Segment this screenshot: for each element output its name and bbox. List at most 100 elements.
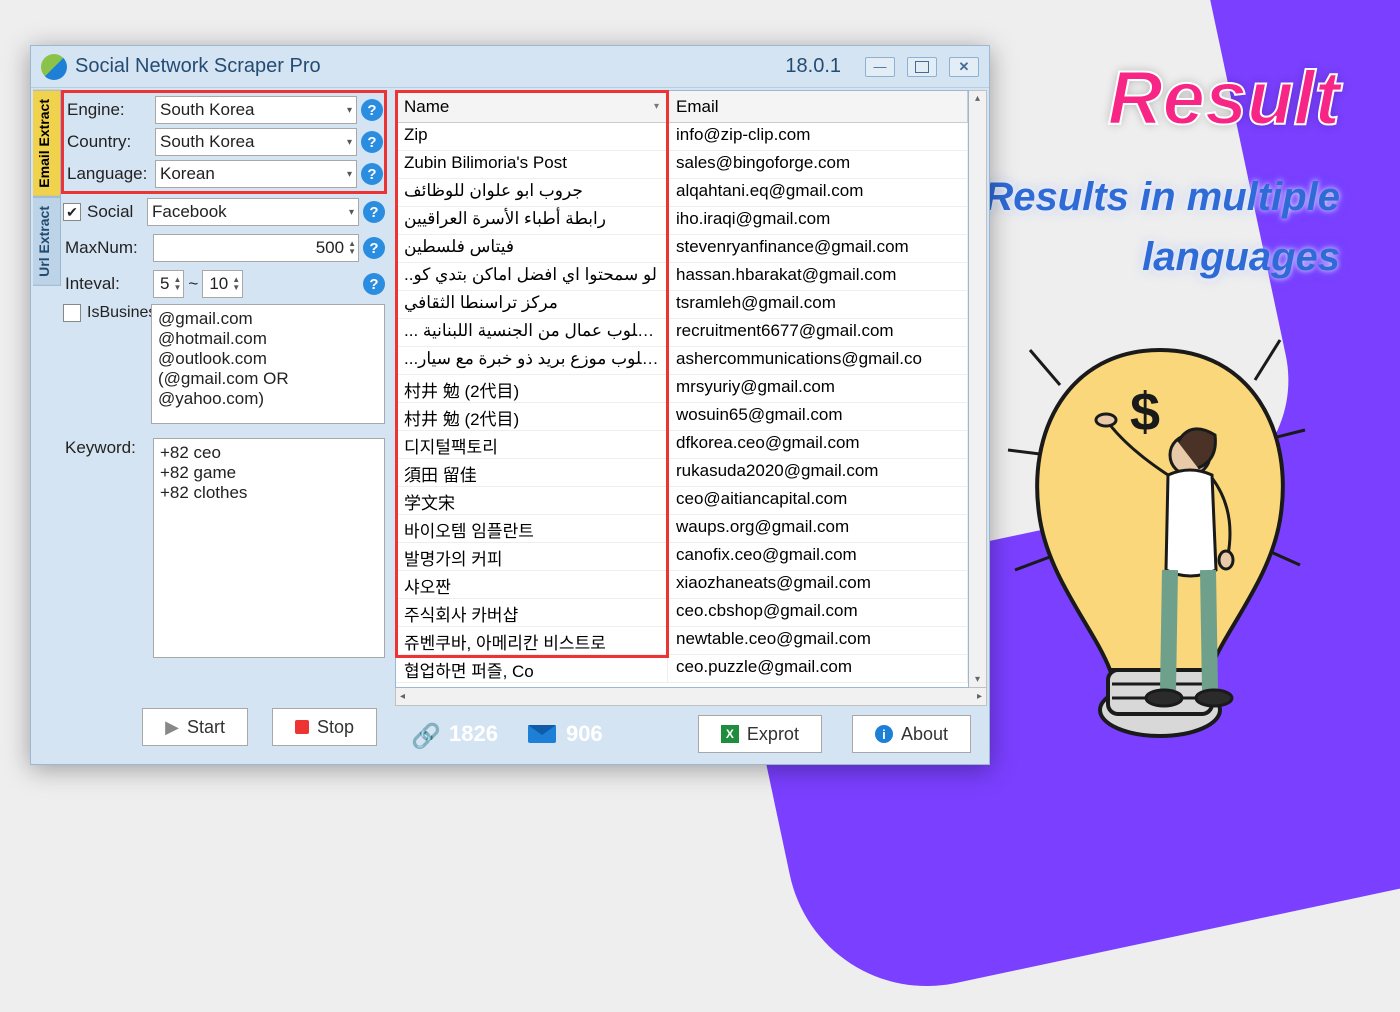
interval-from-input[interactable]: 5 ▲▼ xyxy=(153,270,184,298)
table-row[interactable]: جروب ابو علوان للوظائفalqahtani.eq@gmail… xyxy=(396,179,968,207)
stop-icon xyxy=(295,720,309,734)
domains-textarea[interactable]: @gmail.com @hotmail.com @outlook.com (@g… xyxy=(151,304,385,424)
engine-label: Engine: xyxy=(65,100,151,120)
vertical-scrollbar[interactable]: ▴▾ xyxy=(969,90,987,688)
table-row[interactable]: 村井 勉 (2代目)mrsyuriy@gmail.com xyxy=(396,375,968,403)
about-button[interactable]: i About xyxy=(852,715,971,753)
close-button[interactable]: ✕ xyxy=(949,57,979,77)
help-language[interactable]: ? xyxy=(361,163,383,185)
promo-title: Result xyxy=(1108,55,1340,142)
info-icon: i xyxy=(875,725,893,743)
table-row[interactable]: مركز تراسنطا الثقافيtsramleh@gmail.com xyxy=(396,291,968,319)
cell-name: 바이오템 임플란트 xyxy=(396,515,668,542)
cell-email: alqahtani.eq@gmail.com xyxy=(668,179,968,206)
stat-links: 🔗 1826 xyxy=(411,721,498,747)
cell-name: فيتاس فلسطين xyxy=(396,235,668,262)
table-row[interactable]: 디지털팩토리dfkorea.ceo@gmail.com xyxy=(396,431,968,459)
interval-label: Inteval: xyxy=(63,274,149,294)
cell-email: waups.org@gmail.com xyxy=(668,515,968,542)
spinner-icon[interactable]: ▲▼ xyxy=(348,240,356,256)
cell-name: 学文宋 xyxy=(396,487,668,514)
about-label: About xyxy=(901,724,948,745)
app-window: Social Network Scraper Pro 18.0.1 — ✕ Em… xyxy=(30,45,990,765)
cell-email: dfkorea.ceo@gmail.com xyxy=(668,431,968,458)
country-value: South Korea xyxy=(160,132,255,152)
cell-name: Zip xyxy=(396,123,668,150)
stop-button[interactable]: Stop xyxy=(272,708,377,746)
interval-to-value: 10 xyxy=(209,274,228,294)
table-row[interactable]: 須田 留佳rukasuda2020@gmail.com xyxy=(396,459,968,487)
country-label: Country: xyxy=(65,132,151,152)
table-row[interactable]: 샤오짠xiaozhaneats@gmail.com xyxy=(396,571,968,599)
cell-email: newtable.ceo@gmail.com xyxy=(668,627,968,654)
table-row[interactable]: Zubin Bilimoria's Postsales@bingoforge.c… xyxy=(396,151,968,179)
table-row[interactable]: 주식회사 카버샵ceo.cbshop@gmail.com xyxy=(396,599,968,627)
social-combo[interactable]: Facebook ▾ xyxy=(147,198,359,226)
cell-email: ashercommunications@gmail.co xyxy=(668,347,968,374)
table-row[interactable]: ... مطلوب عمال من الجنسية اللبنانيةrecru… xyxy=(396,319,968,347)
lightbulb-illustration: $ xyxy=(1000,320,1320,780)
tab-url-extract[interactable]: Url Extract xyxy=(33,197,61,286)
svg-text:$: $ xyxy=(1130,382,1160,442)
cell-name: 협업하면 퍼즐, Co xyxy=(396,655,668,682)
start-label: Start xyxy=(187,717,225,738)
app-icon xyxy=(41,54,67,80)
export-button[interactable]: X Exprot xyxy=(698,715,822,753)
help-country[interactable]: ? xyxy=(361,131,383,153)
table-row[interactable]: 바이오템 임플란트waups.org@gmail.com xyxy=(396,515,968,543)
table-row[interactable]: Zipinfo@zip-clip.com xyxy=(396,123,968,151)
help-interval[interactable]: ? xyxy=(363,273,385,295)
social-value: Facebook xyxy=(152,202,227,222)
cell-email: iho.iraqi@gmail.com xyxy=(668,207,968,234)
minimize-button[interactable]: — xyxy=(865,57,895,77)
table-row[interactable]: 村井 勉 (2代目)wosuin65@gmail.com xyxy=(396,403,968,431)
table-row[interactable]: رابطة أطباء الأسرة العراقيينiho.iraqi@gm… xyxy=(396,207,968,235)
keywords-textarea[interactable]: +82 ceo +82 game +82 clothes xyxy=(153,438,385,658)
tab-email-extract[interactable]: Email Extract xyxy=(33,90,61,197)
maxnum-input[interactable]: 500 ▲▼ xyxy=(153,234,359,262)
stat-emails: 906 xyxy=(528,721,603,747)
help-maxnum[interactable]: ? xyxy=(363,237,385,259)
isbusiness-checkbox[interactable] xyxy=(63,304,81,322)
play-icon: ▶ xyxy=(165,717,179,738)
table-row[interactable]: 협업하면 퍼즐, Coceo.puzzle@gmail.com xyxy=(396,655,968,683)
help-engine[interactable]: ? xyxy=(361,99,383,121)
column-header-name[interactable]: Name▾ xyxy=(396,91,668,122)
cell-name: Zubin Bilimoria's Post xyxy=(396,151,668,178)
help-social[interactable]: ? xyxy=(363,201,385,223)
social-checkbox[interactable]: ✔ xyxy=(63,203,81,221)
cell-email: ceo.puzzle@gmail.com xyxy=(668,655,968,682)
spinner-icon[interactable]: ▲▼ xyxy=(232,276,240,292)
country-combo[interactable]: South Korea ▾ xyxy=(155,128,357,156)
language-value: Korean xyxy=(160,164,215,184)
table-row[interactable]: 발명가의 커피canofix.ceo@gmail.com xyxy=(396,543,968,571)
engine-combo[interactable]: South Korea ▾ xyxy=(155,96,357,124)
cell-email: canofix.ceo@gmail.com xyxy=(668,543,968,570)
cell-name: 村井 勉 (2代目) xyxy=(396,403,668,430)
cell-name: مركز تراسنطا الثقافي xyxy=(396,291,668,318)
spinner-icon[interactable]: ▲▼ xyxy=(173,276,181,292)
horizontal-scrollbar[interactable]: ◂▸ xyxy=(395,688,987,706)
sort-icon: ▾ xyxy=(654,101,659,112)
cell-email: xiaozhaneats@gmail.com xyxy=(668,571,968,598)
interval-to-input[interactable]: 10 ▲▼ xyxy=(202,270,243,298)
table-row[interactable]: 쥬벤쿠바, 아메리칸 비스트로newtable.ceo@gmail.com xyxy=(396,627,968,655)
table-row[interactable]: ...مطلوب موزع بريد ذو خبرة مع سيارasherc… xyxy=(396,347,968,375)
interval-from-value: 5 xyxy=(160,274,169,294)
maxnum-label: MaxNum: xyxy=(63,238,149,258)
column-header-email[interactable]: Email xyxy=(668,91,968,122)
promo-sub-line1: Results in multiple xyxy=(984,175,1340,220)
table-row[interactable]: فيتاس فلسطينstevenryanfinance@gmail.com xyxy=(396,235,968,263)
cell-name: 주식회사 카버샵 xyxy=(396,599,668,626)
cell-name: ...مطلوب موزع بريد ذو خبرة مع سيار xyxy=(396,347,668,374)
language-combo[interactable]: Korean ▾ xyxy=(155,160,357,188)
language-label: Language: xyxy=(65,164,151,184)
table-row[interactable]: ..لو سمحتوا اي افضل اماكن بتدي كوhassan.… xyxy=(396,263,968,291)
titlebar: Social Network Scraper Pro 18.0.1 — ✕ xyxy=(31,46,989,88)
cell-email: wosuin65@gmail.com xyxy=(668,403,968,430)
cell-email: recruitment6677@gmail.com xyxy=(668,319,968,346)
table-row[interactable]: 学文宋ceo@aitiancapital.com xyxy=(396,487,968,515)
maxnum-value: 500 xyxy=(316,238,344,258)
maximize-button[interactable] xyxy=(907,57,937,77)
start-button[interactable]: ▶ Start xyxy=(142,708,248,746)
